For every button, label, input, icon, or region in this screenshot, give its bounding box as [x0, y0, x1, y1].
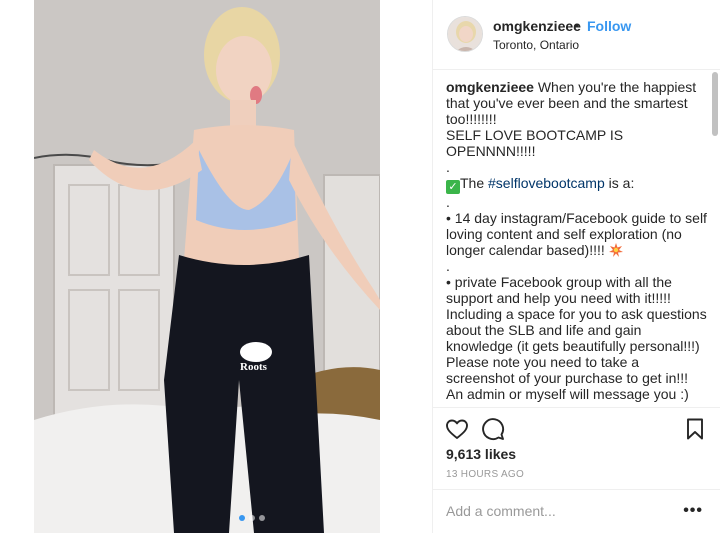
heart-icon[interactable] [445, 417, 469, 441]
post-photo[interactable]: Roots [34, 0, 380, 533]
avatar[interactable] [447, 16, 483, 52]
username-link[interactable]: omgkenzieee [493, 18, 581, 34]
post-header: omgkenzieee • Follow Toronto, Ontario [433, 0, 720, 70]
follow-button[interactable]: Follow [587, 18, 631, 34]
bookmark-icon[interactable] [683, 417, 707, 441]
caption-text-4: . • private Facebook group with all the … [446, 258, 707, 402]
comment-icon[interactable] [481, 417, 505, 441]
scrollbar-thumb[interactable] [712, 72, 718, 136]
location-link[interactable]: Toronto, Ontario [493, 38, 579, 52]
carousel-dot [249, 515, 255, 521]
photo-illustration: Roots [34, 0, 380, 533]
post-caption: omgkenzieee When you're the happiest tha… [446, 79, 708, 402]
action-bar [433, 407, 720, 447]
carousel-indicator [239, 515, 265, 521]
post-details-panel: omgkenzieee • Follow Toronto, Ontario om… [432, 0, 720, 533]
likes-count[interactable]: 9,613 likes [446, 446, 516, 462]
comments-scroll-area[interactable]: omgkenzieee When you're the happiest tha… [433, 71, 720, 407]
carousel-dot-active [239, 515, 245, 521]
caption-username[interactable]: omgkenzieee [446, 79, 534, 95]
more-options-icon[interactable]: ••• [683, 502, 703, 520]
roots-logo-text: Roots [240, 361, 268, 373]
avatar-image [448, 17, 482, 51]
post-media-area: Roots [0, 0, 432, 533]
separator-dot: • [574, 17, 579, 33]
comment-input[interactable] [446, 500, 666, 522]
hashtag-link[interactable]: #selflovebootcamp [488, 175, 605, 191]
check-mark-emoji-icon: ✓ [446, 180, 460, 194]
comment-bar: ••• [433, 489, 720, 533]
caption-text-2: The [460, 175, 489, 191]
carousel-dot [259, 515, 265, 521]
post-timestamp[interactable]: 13 HOURS AGO [446, 469, 524, 480]
collision-emoji-icon [608, 243, 623, 257]
